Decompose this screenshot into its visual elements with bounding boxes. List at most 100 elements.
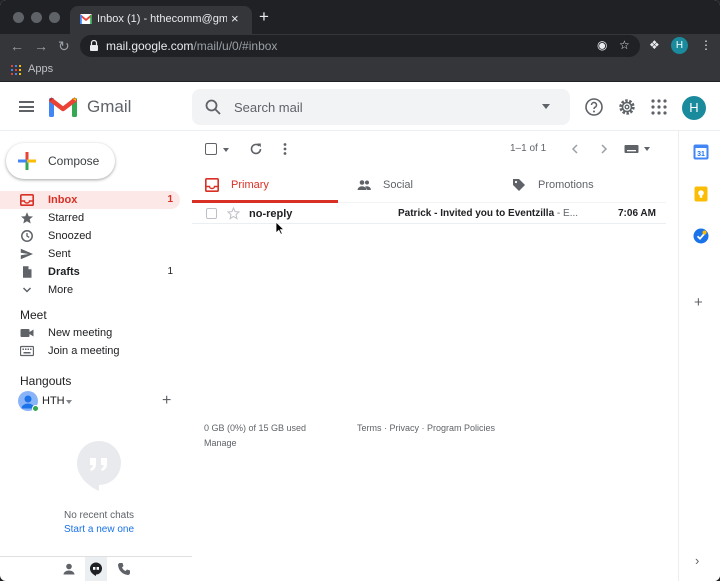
tab-promotions[interactable]: Promotions xyxy=(499,167,645,203)
star-outline-icon[interactable] xyxy=(227,207,240,220)
compose-plus-icon xyxy=(18,152,36,170)
online-status-dot xyxy=(32,405,39,412)
sidebar-item-drafts[interactable]: Drafts 1 xyxy=(0,263,180,281)
keep-icon[interactable] xyxy=(693,186,709,202)
sidebar-item-snoozed[interactable]: Snoozed xyxy=(0,227,180,245)
tab-label: Social xyxy=(383,179,413,191)
send-icon xyxy=(20,248,33,260)
bookmark-star-icon[interactable]: ☆ xyxy=(619,38,630,52)
hangouts-user-selector[interactable]: HTH xyxy=(18,391,168,412)
footer-links: Terms · Privacy · Program Policies xyxy=(357,423,495,433)
eye-icon[interactable]: ◉ xyxy=(597,38,607,52)
people-icon xyxy=(357,180,371,190)
google-apps-icon[interactable] xyxy=(649,97,669,117)
minimize-window-button[interactable] xyxy=(31,12,42,23)
privacy-link[interactable]: Privacy xyxy=(390,423,420,433)
terms-link[interactable]: Terms xyxy=(357,423,382,433)
hangouts-user-name: HTH xyxy=(42,395,65,407)
apps-grid-icon[interactable] xyxy=(11,65,21,75)
account-avatar[interactable]: H xyxy=(682,96,706,120)
email-checkbox[interactable] xyxy=(206,208,217,219)
category-tabs: Primary Social Promotions xyxy=(192,167,666,203)
tab-primary[interactable]: Primary xyxy=(192,167,338,203)
manage-storage-link[interactable]: Manage xyxy=(204,438,237,448)
lock-icon xyxy=(90,40,98,51)
browser-window: Inbox (1) - hthecomm@gmail.c × + ← → ↻ m… xyxy=(0,0,720,581)
mail-toolbar: 1–1 of 1 xyxy=(192,131,678,167)
email-subject-line: Patrick - Invited you to Eventzilla - E.… xyxy=(398,208,582,219)
sidebar-item-starred[interactable]: Starred xyxy=(0,209,180,227)
bookmarks-bar: Apps xyxy=(0,58,720,82)
calendar-icon[interactable]: 31 xyxy=(693,144,709,160)
select-all-checkbox[interactable] xyxy=(205,143,217,155)
newer-chevron-left-icon[interactable] xyxy=(570,143,580,155)
hamburger-icon[interactable] xyxy=(19,101,34,112)
email-row[interactable]: no-reply Patrick - Invited you to Eventz… xyxy=(192,203,666,224)
mouse-cursor-icon xyxy=(275,221,285,235)
new-meeting-item[interactable]: New meeting xyxy=(0,324,180,342)
reload-icon[interactable]: ↻ xyxy=(58,37,70,55)
tab-close-icon[interactable]: × xyxy=(231,11,239,26)
search-input[interactable] xyxy=(234,97,524,117)
browser-tab[interactable]: Inbox (1) - hthecomm@gmail.c × xyxy=(70,6,252,34)
url-text: mail.google.com/mail/u/0/#inbox xyxy=(106,39,277,53)
search-bar xyxy=(192,89,570,125)
search-icon[interactable] xyxy=(205,99,221,115)
show-side-panel-chevron-right-icon[interactable]: › xyxy=(695,553,699,568)
browser-menu-icon[interactable]: ⋮ xyxy=(700,38,712,52)
extensions-icon[interactable]: ❖ xyxy=(649,38,660,52)
sidebar-item-count: 1 xyxy=(167,194,173,205)
select-options-chevron-down-icon[interactable] xyxy=(223,148,229,152)
input-tools-keyboard-icon[interactable] xyxy=(624,144,639,154)
sidebar-item-more[interactable]: More xyxy=(0,281,180,299)
gmail-wordmark[interactable]: Gmail xyxy=(87,97,131,117)
more-options-icon[interactable] xyxy=(282,142,288,156)
hangouts-icon[interactable] xyxy=(89,562,103,576)
refresh-icon[interactable] xyxy=(249,142,263,156)
sidebar-item-label: Snoozed xyxy=(48,230,92,242)
url-host: mail.google.com xyxy=(106,39,194,53)
compose-button[interactable]: Compose xyxy=(6,143,115,179)
no-recent-chats-text: No recent chats xyxy=(63,510,135,521)
close-window-button[interactable] xyxy=(13,12,24,23)
footer-separator: · xyxy=(381,423,390,433)
new-meeting-label: New meeting xyxy=(48,327,113,339)
browser-profile-avatar[interactable]: H xyxy=(671,37,688,54)
gmail-header: Gmail H xyxy=(0,83,720,131)
hangouts-add-icon[interactable]: + xyxy=(162,393,171,409)
sidebar-item-count: 1 xyxy=(167,266,173,277)
empty-chat-bubble-icon xyxy=(77,441,121,491)
footer-separator: · xyxy=(419,423,428,433)
star-icon xyxy=(21,212,33,224)
address-bar[interactable]: mail.google.com/mail/u/0/#inbox ◉ ☆ xyxy=(80,35,640,57)
email-time: 7:06 AM xyxy=(618,208,656,219)
email-snippet: - E... xyxy=(554,208,579,219)
keyboard-icon xyxy=(20,345,34,357)
help-icon[interactable] xyxy=(584,97,604,117)
new-tab-button[interactable]: + xyxy=(259,8,269,25)
settings-icon[interactable] xyxy=(617,97,637,117)
person-icon[interactable] xyxy=(62,562,76,576)
tab-strip: Inbox (1) - hthecomm@gmail.c × + xyxy=(0,0,720,34)
join-meeting-item[interactable]: Join a meeting xyxy=(0,342,180,360)
hangouts-chevron-down-icon xyxy=(66,400,72,404)
maximize-window-button[interactable] xyxy=(49,12,60,23)
inbox-icon xyxy=(20,194,34,206)
tag-icon xyxy=(513,179,525,191)
sidebar-item-inbox[interactable]: Inbox 1 xyxy=(0,191,180,209)
input-tools-chevron-down-icon[interactable] xyxy=(644,147,650,151)
gmail-logo-icon[interactable] xyxy=(49,95,77,117)
start-new-chat-link[interactable]: Start a new one xyxy=(0,524,198,535)
program-policies-link[interactable]: Program Policies xyxy=(427,423,495,433)
get-addons-add-icon[interactable]: + xyxy=(694,295,703,310)
back-icon[interactable]: ← xyxy=(10,37,24,55)
bookmark-apps[interactable]: Apps xyxy=(28,63,53,75)
older-chevron-right-icon[interactable] xyxy=(599,143,609,155)
browser-toolbar: ← → ↻ mail.google.com/mail/u/0/#inbox ◉ … xyxy=(0,34,720,58)
tab-social[interactable]: Social xyxy=(344,167,490,203)
search-options-chevron-down-icon[interactable] xyxy=(542,104,550,109)
phone-icon[interactable] xyxy=(117,562,131,576)
sidebar-item-sent[interactable]: Sent xyxy=(0,245,180,263)
forward-icon[interactable]: → xyxy=(34,37,48,55)
tasks-icon[interactable] xyxy=(693,228,709,244)
